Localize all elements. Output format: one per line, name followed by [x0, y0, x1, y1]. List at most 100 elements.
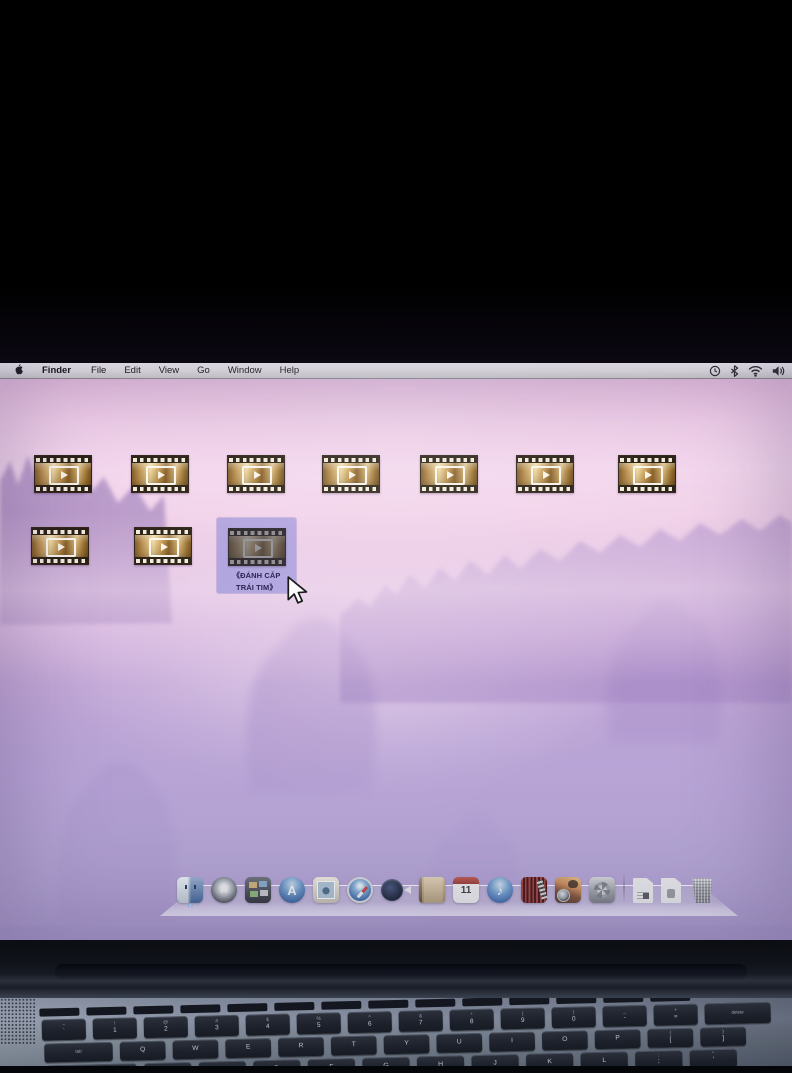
- function-key: [462, 998, 502, 1006]
- film-strip-icon: [516, 455, 574, 493]
- key-o: O: [542, 1030, 588, 1050]
- movie-file-icon[interactable]: [31, 527, 89, 565]
- film-strip-icon: [134, 527, 192, 565]
- key-legend-shift: +: [674, 1009, 677, 1014]
- key-legend: 7: [419, 1020, 423, 1027]
- film-frame: [517, 463, 573, 485]
- key-legend: 3: [215, 1025, 219, 1032]
- play-icon: [633, 466, 663, 485]
- file-label-line1: 《ĐÁNH CẮP: [233, 570, 281, 582]
- key-g: G: [362, 1057, 410, 1066]
- key-legend: -: [624, 1015, 626, 1022]
- film-frame: [35, 463, 91, 485]
- movie-file-icon[interactable]: [34, 455, 92, 493]
- key-f: F: [308, 1058, 356, 1066]
- key-1: !1: [93, 1017, 137, 1039]
- key-legend: tab: [75, 1050, 82, 1055]
- key-legend: U: [457, 1039, 462, 1046]
- key-legend-shift: ~: [62, 1024, 65, 1029]
- function-key: [39, 1008, 79, 1017]
- film-strip-icon: [34, 455, 92, 493]
- key-legend: 5: [317, 1023, 321, 1030]
- keyboard: ~`!1@2#3$4%5^6&7*8(9)0_-+=delete tabQWER…: [0, 998, 792, 1066]
- key-legend: I: [511, 1038, 513, 1045]
- function-key: [650, 998, 690, 1002]
- movie-file-icon[interactable]: [134, 527, 192, 565]
- key-legend: 1: [113, 1028, 117, 1035]
- key-legend-shift: {: [669, 1032, 671, 1037]
- key-h: H: [417, 1055, 465, 1066]
- play-icon: [337, 466, 367, 485]
- film-frame: [32, 535, 88, 557]
- film-strip-icon: [227, 455, 285, 493]
- key-legend: 8: [470, 1019, 474, 1026]
- key-4: $4: [246, 1014, 290, 1036]
- function-key: [227, 1003, 267, 1012]
- key-legend-shift: ": [712, 1052, 714, 1057]
- key-]: }]: [700, 1026, 746, 1046]
- key-legend: Q: [140, 1047, 145, 1054]
- movie-file-icon[interactable]: [131, 455, 189, 493]
- key-legend-shift: @: [163, 1021, 168, 1026]
- photo-black-background: [0, 0, 792, 363]
- key-legend: O: [562, 1037, 567, 1044]
- key-t: T: [331, 1035, 377, 1055]
- function-key: [86, 1007, 126, 1016]
- key-2: @2: [144, 1016, 188, 1038]
- key-d: D: [253, 1059, 301, 1066]
- key-legend: 6: [368, 1021, 372, 1028]
- film-strip-icon: [420, 455, 478, 493]
- function-key: [509, 998, 549, 1005]
- play-icon: [242, 466, 272, 485]
- film-frame: [323, 463, 379, 485]
- function-key: [274, 1002, 314, 1011]
- key-legend: R: [298, 1043, 303, 1050]
- key-j: J: [471, 1054, 519, 1066]
- key-9: (9: [500, 1007, 544, 1029]
- film-frame: [421, 463, 477, 485]
- play-icon: [49, 466, 79, 485]
- movie-file-icon[interactable]: [516, 455, 574, 493]
- key-q: Q: [120, 1041, 166, 1061]
- selected-file-label: 《ĐÁNH CẮPTRÁI TIM》: [233, 570, 281, 593]
- key-legend-shift: :: [658, 1054, 660, 1059]
- key-p: P: [595, 1029, 641, 1049]
- key-legend-shift: _: [623, 1010, 626, 1015]
- key-legend: L: [602, 1057, 606, 1064]
- key-i: I: [489, 1032, 535, 1052]
- film-sprockets: [135, 557, 191, 564]
- key-legend-shift: ): [573, 1011, 575, 1016]
- key-legend: `: [63, 1029, 65, 1036]
- film-sprockets: [323, 456, 379, 463]
- key-legend: 9: [521, 1018, 525, 1025]
- function-key: [321, 1001, 361, 1010]
- key-legend: 2: [164, 1026, 168, 1033]
- key-legend: K: [547, 1059, 552, 1066]
- key-6: ^6: [348, 1011, 392, 1033]
- key-`: ~`: [42, 1019, 86, 1041]
- play-icon: [435, 466, 465, 485]
- key-0: )0: [551, 1006, 595, 1028]
- function-key: [180, 1004, 220, 1013]
- key-=: +=: [653, 1004, 697, 1026]
- play-icon: [243, 539, 273, 558]
- key-legend-shift: ^: [368, 1016, 370, 1021]
- play-icon: [146, 466, 176, 485]
- movie-file-icon[interactable]: [227, 455, 285, 493]
- photo-bottom-edge: [0, 1066, 792, 1073]
- film-sprockets: [517, 485, 573, 492]
- key-legend: 0: [572, 1016, 576, 1023]
- laptop-keyboard-deck: ~`!1@2#3$4%5^6&7*8(9)0_-+=delete tabQWER…: [0, 998, 792, 1066]
- play-icon: [149, 538, 179, 557]
- film-sprockets: [132, 456, 188, 463]
- movie-file-icon-selected[interactable]: 《ĐÁNH CẮPTRÁI TIM》: [217, 518, 296, 593]
- key-l: L: [580, 1051, 628, 1066]
- movie-file-icon[interactable]: [322, 455, 380, 493]
- key-7: &7: [398, 1010, 442, 1032]
- key-legend: Y: [404, 1041, 409, 1048]
- movie-file-icon[interactable]: [420, 455, 478, 493]
- key-legend: ;: [658, 1059, 660, 1066]
- key-5: %5: [297, 1012, 341, 1034]
- movie-file-icon[interactable]: [618, 455, 676, 493]
- key-legend-shift: *: [471, 1014, 473, 1019]
